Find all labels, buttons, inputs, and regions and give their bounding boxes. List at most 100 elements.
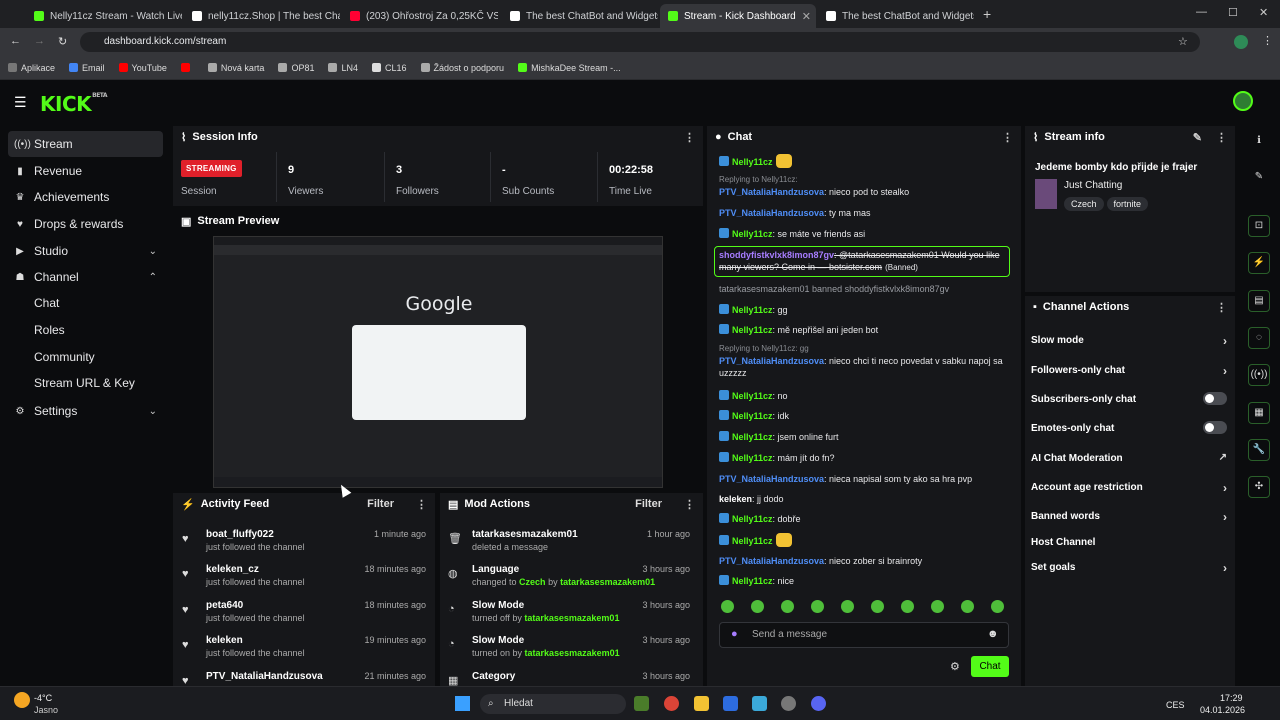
tab-close-icon[interactable]: ✕ [802,10,811,23]
channel-action-emotes-only-chat[interactable]: Emotes-only chat [1031,421,1227,434]
quick-emote-icon[interactable] [751,600,764,613]
close-window-button[interactable]: ✕ [1259,6,1268,19]
bookmark-star-icon[interactable]: ☆ [1178,35,1188,48]
apps-icon[interactable]: ✣ [1248,476,1270,498]
edit-stream-icon[interactable]: ✎ [1193,131,1202,144]
sidebar-subitem[interactable]: Chat [34,296,59,310]
forward-icon[interactable]: → [34,35,45,47]
channel-action-set-goals[interactable]: Set goals › [1031,561,1227,575]
browser-tab[interactable]: The best ChatBot and Widgets✕ [502,4,658,28]
app-github-icon[interactable] [781,696,796,711]
sidebar-subitem[interactable]: Roles [34,323,65,337]
chat-message-input[interactable]: Send a message [719,622,1009,648]
chat-username[interactable]: Nelly11cz [732,411,773,421]
bookmark-item[interactable]: Email [69,63,105,73]
quick-emote-icon[interactable] [721,600,734,613]
app-files-icon[interactable] [694,696,709,711]
mod-more-icon[interactable]: ⋮ [684,498,695,511]
reload-icon[interactable]: ↻ [58,35,67,48]
back-icon[interactable]: ← [10,35,21,47]
url-input[interactable]: dashboard.kick.com/stream [80,32,1200,52]
menu-icon[interactable]: ⋮ [1262,34,1273,47]
app-editor-icon[interactable] [723,696,738,711]
chat-username[interactable]: Nelly11cz [732,453,773,463]
profile-avatar[interactable] [1234,35,1248,49]
send-chat-button[interactable]: Chat [971,656,1009,677]
bookmark-item[interactable]: Nová karta [207,63,264,73]
wrench-icon[interactable]: 🔧 [1248,439,1270,461]
hamburger-menu-icon[interactable]: ☰ [14,94,27,111]
chat-username[interactable]: Nelly11cz [732,229,773,239]
quick-emote-icon[interactable] [991,600,1004,613]
category-name[interactable]: Just Chatting [1064,180,1122,191]
stream-tag[interactable]: fortnite [1106,197,1149,211]
maximize-button[interactable]: ☐ [1228,6,1238,19]
sidebar-item-settings[interactable]: ⚙ Settings ⌄ [8,398,163,424]
chat-username[interactable]: Nelly11cz [732,391,773,401]
channel-action-banned-words[interactable]: Banned words › [1031,510,1227,524]
bookmark-item[interactable]: Aplikace [8,63,55,73]
chevron-down-icon[interactable]: ⌄ [149,246,157,257]
browser-tab[interactable]: Nelly11cz Stream - Watch Live o✕ [26,4,182,28]
bookmark-item[interactable] [180,63,194,72]
session-more-icon[interactable]: ⋮ [684,131,695,144]
chevron-right-icon[interactable]: › [1223,561,1227,575]
toggle-switch[interactable] [1203,392,1227,405]
quick-emote-icon[interactable] [871,600,884,613]
chat-username[interactable]: Nelly11cz [732,325,773,335]
chat-username[interactable]: Nelly11cz [732,576,773,586]
layout-icon[interactable]: ⊡ [1248,215,1270,237]
browser-tab[interactable]: The best ChatBot and Widgets✕ [818,4,974,28]
stream-info-more-icon[interactable]: ⋮ [1216,131,1227,144]
mod-action-moderator[interactable]: tatarkasesmazakem01 [560,577,655,587]
broadcast-icon[interactable]: ((•)) [1248,364,1270,386]
chat-username[interactable]: PTV_NataliaHandzusova [719,356,824,366]
bookmark-item[interactable]: Žádost o podporu [420,63,504,73]
channel-actions-more-icon[interactable]: ⋮ [1216,301,1227,314]
sidebar-subitem[interactable]: Stream URL & Key [34,376,135,390]
chat-username[interactable]: Nelly11cz [732,305,773,315]
sidebar-item-stream[interactable]: ((•)) Stream [8,131,163,157]
channel-action-ai-chat-moderation[interactable]: AI Chat Moderation ↗ [1031,452,1227,464]
browser-tab[interactable]: nelly11cz.Shop | The best Chat✕ [184,4,340,28]
activity-more-icon[interactable]: ⋮ [416,498,427,511]
new-tab-button[interactable]: + [983,6,991,22]
app-blue-icon[interactable] [752,696,767,711]
chat-username[interactable]: Nelly11cz [732,157,773,167]
quick-emote-icon[interactable] [781,600,794,613]
activity-filter-button[interactable]: Filter [367,498,394,510]
chevron-up-icon[interactable]: ⌃ [149,272,157,283]
quick-emote-icon[interactable] [841,600,854,613]
channel-action-account-age-restriction[interactable]: Account age restriction › [1031,481,1227,495]
mod-filter-button[interactable]: Filter [635,498,662,510]
kick-logo[interactable]: KICKBETA [40,92,108,116]
taskbar-search[interactable]: Hledat [480,694,626,714]
chevron-down-icon[interactable]: ⌄ [149,406,157,417]
quick-emote-icon[interactable] [931,600,944,613]
stream-preview-video[interactable]: Google [213,236,663,488]
chevron-right-icon[interactable]: › [1223,510,1227,524]
mod-action-moderator[interactable]: tatarkasesmazakem01 [524,613,619,623]
mic-icon[interactable]: ● [731,628,738,640]
toggle-switch[interactable] [1203,421,1227,434]
bolt-icon[interactable]: ⚡ [1248,252,1270,274]
sidebar-item-studio[interactable]: ▶ Studio ⌄ [8,238,163,264]
chat-username[interactable]: Nelly11cz [732,432,773,442]
bookmark-item[interactable]: CL16 [371,63,407,73]
chevron-right-icon[interactable]: › [1223,334,1227,348]
clock-date[interactable]: 04.01.2026 [1200,705,1245,715]
app-discord-icon[interactable] [811,696,826,711]
quick-emote-icon[interactable] [811,600,824,613]
sidebar-item-channel[interactable]: ☗ Channel ⌃ [8,264,163,290]
minimize-button[interactable]: — [1196,6,1207,18]
app-minecraft-icon[interactable] [634,696,649,711]
user-avatar[interactable] [1233,91,1253,111]
chat-username[interactable]: Nelly11cz [732,514,773,524]
clock-time[interactable]: 17:29 [1220,693,1243,703]
chat-username[interactable]: PTV_NataliaHandzusova [719,474,824,484]
browser-tab[interactable]: Stream - Kick Dashboard ✕ [660,4,816,28]
quick-emote-icon[interactable] [961,600,974,613]
chat-username[interactable]: Nelly11cz [732,536,773,546]
sidebar-item-revenue[interactable]: ▮ Revenue [8,158,163,184]
bookmark-item[interactable]: MishkaDee Stream -... [518,63,621,73]
